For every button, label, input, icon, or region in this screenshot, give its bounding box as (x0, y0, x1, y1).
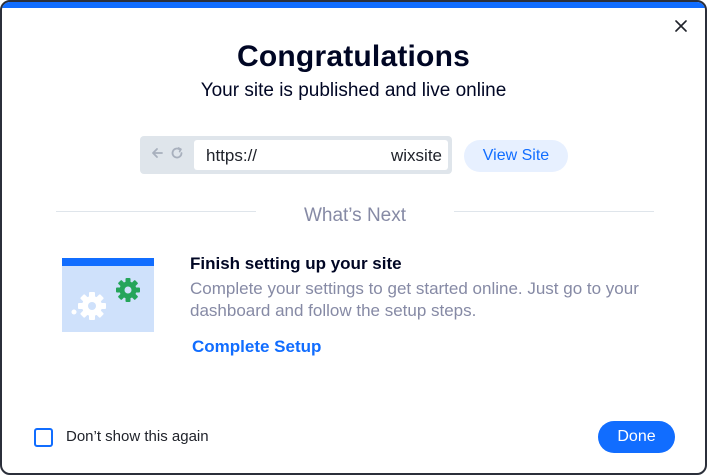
refresh-icon (171, 147, 183, 159)
dialog-subtitle: Your site is published and live online (200, 80, 507, 101)
section-divider-left (56, 211, 256, 212)
whats-next-heading: What’s Next (303, 205, 407, 226)
url-protocol: https:// (206, 146, 258, 165)
section-divider-right (454, 211, 654, 212)
setup-task-description: Complete your settings to get started on… (190, 279, 639, 320)
site-url-field: https:// wixsite (194, 140, 448, 170)
close-icon (675, 20, 687, 32)
browser-url-preview: https:// wixsite (140, 136, 452, 174)
dialog-title: Congratulations (237, 40, 470, 73)
dont-show-again-label[interactable]: Don’t show this again (66, 428, 209, 445)
gear-icon (78, 292, 106, 320)
complete-setup-link[interactable]: Complete Setup (192, 337, 321, 357)
publish-success-dialog: Congratulations Your site is published a… (0, 0, 707, 475)
view-site-button[interactable]: View Site (464, 140, 568, 172)
setup-task-title: Finish setting up your site (190, 254, 402, 273)
setup-illustration (62, 258, 154, 332)
dont-show-again-checkbox[interactable] (34, 428, 53, 447)
back-arrow-icon (152, 148, 163, 158)
url-domain: wixsite (390, 146, 442, 165)
gear-icon (116, 278, 140, 302)
done-button[interactable]: Done (598, 421, 675, 453)
browser-nav-controls (150, 146, 184, 160)
dialog-accent-bar (2, 2, 705, 8)
close-button[interactable] (671, 16, 691, 36)
